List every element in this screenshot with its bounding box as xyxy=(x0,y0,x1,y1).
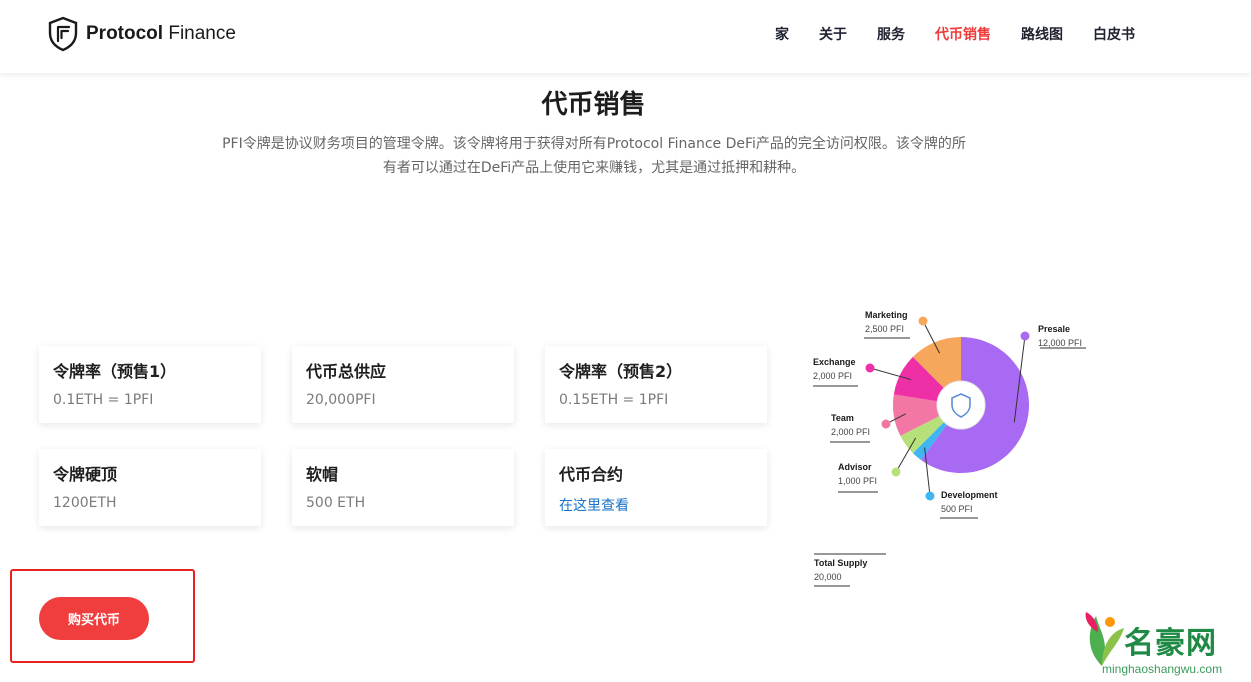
card-title: 软帽 xyxy=(306,465,339,484)
section-description: PFI令牌是协议财务项目的管理令牌。该令牌将用于获得对所有Protocol Fi… xyxy=(222,136,966,176)
card-soft-cap: 软帽 500 ETH xyxy=(292,449,514,526)
watermark-subtitle: minghaoshangwu.com xyxy=(1102,662,1223,676)
slice-value-label: 1,000 PFI xyxy=(838,476,877,486)
main-nav: 家 关于 服务 代币销售 路线图 白皮书 xyxy=(745,24,1135,44)
card-presale1-rate: 令牌率（预售1） 0.1ETH = 1PFI xyxy=(39,346,261,423)
slice-name-label: Marketing xyxy=(865,310,908,320)
slice-name-label: Presale xyxy=(1038,324,1070,334)
card-title: 令牌率（预售2） xyxy=(559,362,683,381)
buy-token-button[interactable]: 购买代币 xyxy=(39,597,149,640)
nav-item-services[interactable]: 服务 xyxy=(877,24,905,44)
card-title: 代币总供应 xyxy=(306,362,387,381)
card-title: 代币合约 xyxy=(559,465,624,484)
slice-name-label: Advisor xyxy=(838,462,872,472)
marker-dot-presale xyxy=(1020,331,1030,341)
slice-value-label: 500 PFI xyxy=(941,504,973,514)
view-contract-link[interactable]: 在这里查看 xyxy=(559,495,629,515)
slice-value-label: 2,000 PFI xyxy=(831,427,870,437)
marker-dot-exchange xyxy=(865,363,875,373)
marker-dot-team xyxy=(881,419,891,429)
card-value: 500 ETH xyxy=(306,495,366,511)
card-value: 1200ETH xyxy=(53,495,117,511)
shield-logo-icon xyxy=(48,16,78,52)
nav-item-whitepaper[interactable]: 白皮书 xyxy=(1093,24,1135,44)
watermark-logo: 名豪网 minghaoshangwu.com xyxy=(1078,604,1248,680)
token-distribution-chart: Presale 12,000 PFI Development 500 PFI Advis… xyxy=(813,310,1086,587)
nav-item-token-sale[interactable]: 代币销售 xyxy=(935,24,991,44)
nav-item-home[interactable]: 家 xyxy=(775,24,789,44)
total-supply-label: Total Supply xyxy=(814,558,867,568)
slice-name-label: Team xyxy=(831,413,854,423)
slice-value-label: 2,500 PFI xyxy=(865,324,904,334)
donut-center xyxy=(936,380,986,430)
brand-name: Protocol Finance xyxy=(86,23,236,44)
leaf-logo-icon xyxy=(1085,612,1124,666)
slice-name-label: Development xyxy=(941,490,998,500)
nav-item-about[interactable]: 关于 xyxy=(819,24,847,44)
card-value: 20,000PFI xyxy=(306,392,376,408)
marker-dot-development xyxy=(925,491,935,501)
slice-name-label: Exchange xyxy=(813,357,856,367)
marker-dot-marketing xyxy=(918,316,928,326)
slice-value-label: 2,000 PFI xyxy=(813,371,852,381)
card-value: 0.15ETH = 1PFI xyxy=(559,392,669,408)
card-title: 令牌硬顶 xyxy=(53,465,118,484)
card-presale2-rate: 令牌率（预售2） 0.15ETH = 1PFI xyxy=(545,346,767,423)
marker-dot-advisor xyxy=(891,467,901,477)
card-hard-cap: 令牌硬顶 1200ETH xyxy=(39,449,261,526)
slice-value-label: 12,000 PFI xyxy=(1038,338,1082,348)
total-supply-value: 20,000 xyxy=(814,572,842,582)
site-header: Protocol Finance 家 关于 服务 代币销售 路线图 白皮书 xyxy=(0,0,1251,73)
card-value: 0.1ETH = 1PFI xyxy=(53,392,154,408)
card-total-supply: 代币总供应 20,000PFI xyxy=(292,346,514,423)
section-title: 代币销售 xyxy=(541,90,646,120)
watermark-title: 名豪网 xyxy=(1124,626,1217,661)
nav-item-roadmap[interactable]: 路线图 xyxy=(1021,24,1063,44)
brand-logo[interactable]: Protocol Finance xyxy=(48,16,236,52)
card-token-contract: 代币合约 在这里查看 xyxy=(545,449,767,526)
card-title: 令牌率（预售1） xyxy=(53,362,177,381)
